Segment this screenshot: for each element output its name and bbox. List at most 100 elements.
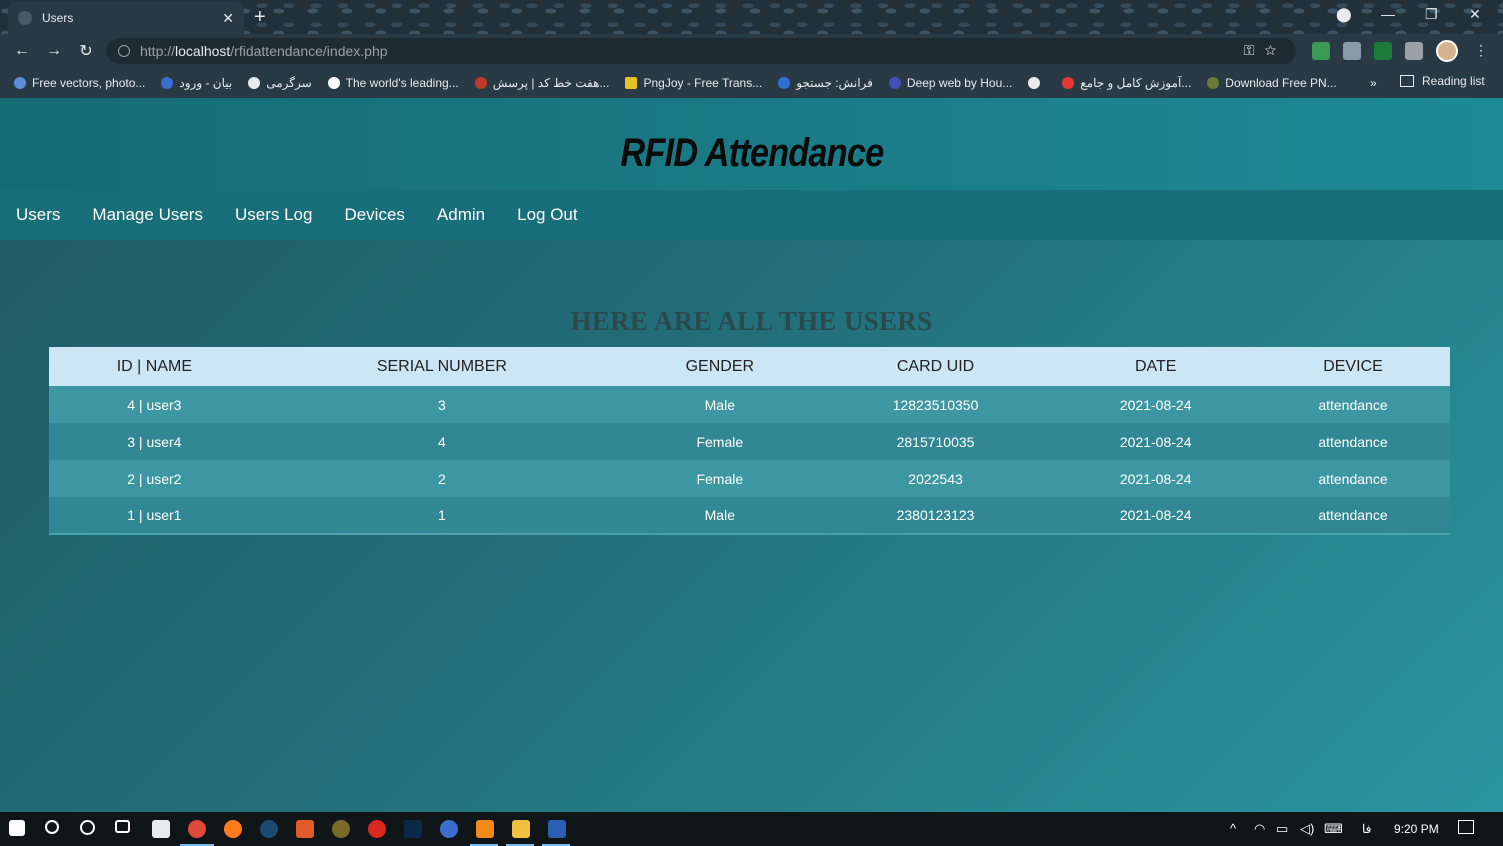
table-cell: 2 | user2 [49,460,260,497]
keyboard-icon[interactable]: ⌨ [1324,821,1343,837]
bookmark-item[interactable]: Free vectors, photo... [14,76,145,90]
search-icon[interactable] [45,820,59,834]
restore-icon[interactable]: ❐ [1425,6,1438,23]
bookmark-favicon-icon [161,77,174,89]
tab-favicon-icon [18,11,32,25]
windows-taskbar: ^ ◠ ▭ ◁) ⌨ فا 9:20 PM [0,812,1503,846]
nav-manage-users[interactable]: Manage Users [76,205,219,225]
table-cell: 1 [259,497,624,535]
pngjoy-icon [625,77,638,89]
app-icon[interactable] [332,820,350,838]
reload-icon[interactable]: ↻ [70,41,102,61]
table-cell: attendance [1255,386,1450,423]
steam-icon[interactable] [260,820,278,838]
web-page: RFID Attendance Users Manage Users Users… [0,98,1503,812]
table-cell: Male [624,386,816,423]
matlab-icon[interactable] [296,820,314,838]
bookmark-item[interactable]: Download Free PN... [1207,76,1337,90]
table-cell: Female [624,460,816,497]
menu-kebab-icon[interactable]: ⋮ [1474,42,1488,59]
nav-devices[interactable]: Devices [328,205,420,225]
column-header: DEVICE [1255,347,1450,386]
bookmark-item[interactable]: هفت خط کد | پرسش... [474,76,609,90]
table-row: 2 | user2 2 Female 2022543 2021-08-24 at… [49,460,1450,497]
site-navbar: Users Manage Users Users Log Devices Adm… [0,190,1503,240]
minimize-icon[interactable]: — [1381,6,1395,22]
profile-menu-icon[interactable]: ⬤ [1336,6,1352,23]
puzzle-icon[interactable] [1405,42,1423,60]
cortana-icon[interactable] [80,820,95,835]
nav-users[interactable]: Users [0,205,76,225]
app-icon[interactable] [440,820,458,838]
globe-icon [1028,77,1041,89]
battery-icon[interactable]: ▭ [1276,821,1288,837]
taskbar-clock[interactable]: 9:20 PM [1394,822,1439,836]
page-title: HERE ARE ALL THE USERS [570,306,933,336]
table-row: 1 | user1 1 Male 2380123123 2021-08-24 a… [49,497,1450,535]
reading-list-button[interactable]: Reading list [1400,74,1485,88]
tab-close-icon[interactable]: ✕ [222,10,234,27]
bookmark-favicon-icon [778,77,791,89]
table-cell: 2 [259,460,624,497]
bookmark-item[interactable]: فرانش: جستجو [778,76,873,90]
xampp-icon[interactable] [476,820,494,838]
site-info-icon[interactable] [118,45,130,57]
key-star-icons[interactable]: ⚿☆ [1244,42,1286,59]
browser-tab-users[interactable]: Users ✕ [8,2,244,34]
table-cell: 2021-08-24 [1055,497,1256,535]
close-window-icon[interactable]: ✕ [1469,6,1481,23]
table-cell: 3 [259,386,624,423]
bookmark-item[interactable]: آموزش کامل و جامع... [1062,76,1191,90]
opera-icon[interactable] [368,820,386,838]
site-header: RFID Attendance [0,98,1503,190]
bookmark-item[interactable] [1028,77,1046,89]
bookmark-favicon-icon [888,77,901,89]
bookmarks-more-icon[interactable]: » [1370,76,1377,90]
bookmark-item[interactable]: سرگرمی [248,76,312,90]
column-header: GENDER [624,347,816,386]
word-icon[interactable] [548,820,566,838]
nav-log-out[interactable]: Log Out [501,205,594,225]
firefox-icon[interactable] [224,820,242,838]
bookmarks-bar: Free vectors, photo... بیان - ورود سرگرم… [0,68,1503,98]
table-cell: 4 | user3 [49,386,260,423]
back-icon[interactable]: ← [6,42,38,60]
task-view-icon[interactable] [115,820,130,833]
chrome-icon[interactable] [188,820,206,838]
tab-title: Users [42,11,74,25]
notifications-icon[interactable] [1458,820,1474,834]
table-cell: 2380123123 [815,497,1056,535]
globe-icon [248,77,261,89]
avatar[interactable] [1436,40,1458,62]
table-cell: 12823510350 [815,386,1056,423]
table-cell: 1 | user1 [49,497,260,535]
chevron-up-icon[interactable]: ^ [1230,821,1236,836]
bookmark-item[interactable]: The world's leading... [327,76,459,90]
photoshop-icon[interactable] [404,820,422,838]
browser-toolbar: ← → ↻ http://localhost/rfidattendance/in… [0,34,1503,68]
column-header: ID | NAME [49,347,260,386]
bookmark-item[interactable]: Deep web by Hou... [888,76,1012,90]
new-tab-button[interactable]: + [254,6,266,29]
extension-icon[interactable] [1312,42,1330,60]
wifi-icon[interactable]: ◠ [1254,821,1265,837]
file-explorer-icon[interactable] [512,820,530,838]
extension-icon[interactable] [1343,42,1361,60]
bookmark-item[interactable]: PngJoy - Free Trans... [625,76,762,90]
bookmark-item[interactable]: بیان - ورود [161,76,232,90]
bookmark-favicon-icon [474,77,487,89]
address-bar[interactable]: http://localhost/rfidattendance/index.ph… [106,38,1296,64]
nav-admin[interactable]: Admin [421,205,501,225]
store-icon[interactable] [152,820,170,838]
volume-icon[interactable]: ◁) [1300,821,1314,837]
forward-icon[interactable]: → [38,42,70,60]
reading-list-icon [1400,75,1414,87]
windows-start-icon[interactable] [9,820,25,836]
users-table: ID | NAME SERIAL NUMBER GENDER CARD UID … [49,347,1450,535]
nav-users-log[interactable]: Users Log [219,205,328,225]
excel-extension-icon[interactable] [1374,42,1392,60]
table-cell: 4 [259,423,624,460]
column-header: SERIAL NUMBER [259,347,624,386]
language-indicator[interactable]: فا [1362,822,1371,836]
column-header: CARD UID [815,347,1056,386]
